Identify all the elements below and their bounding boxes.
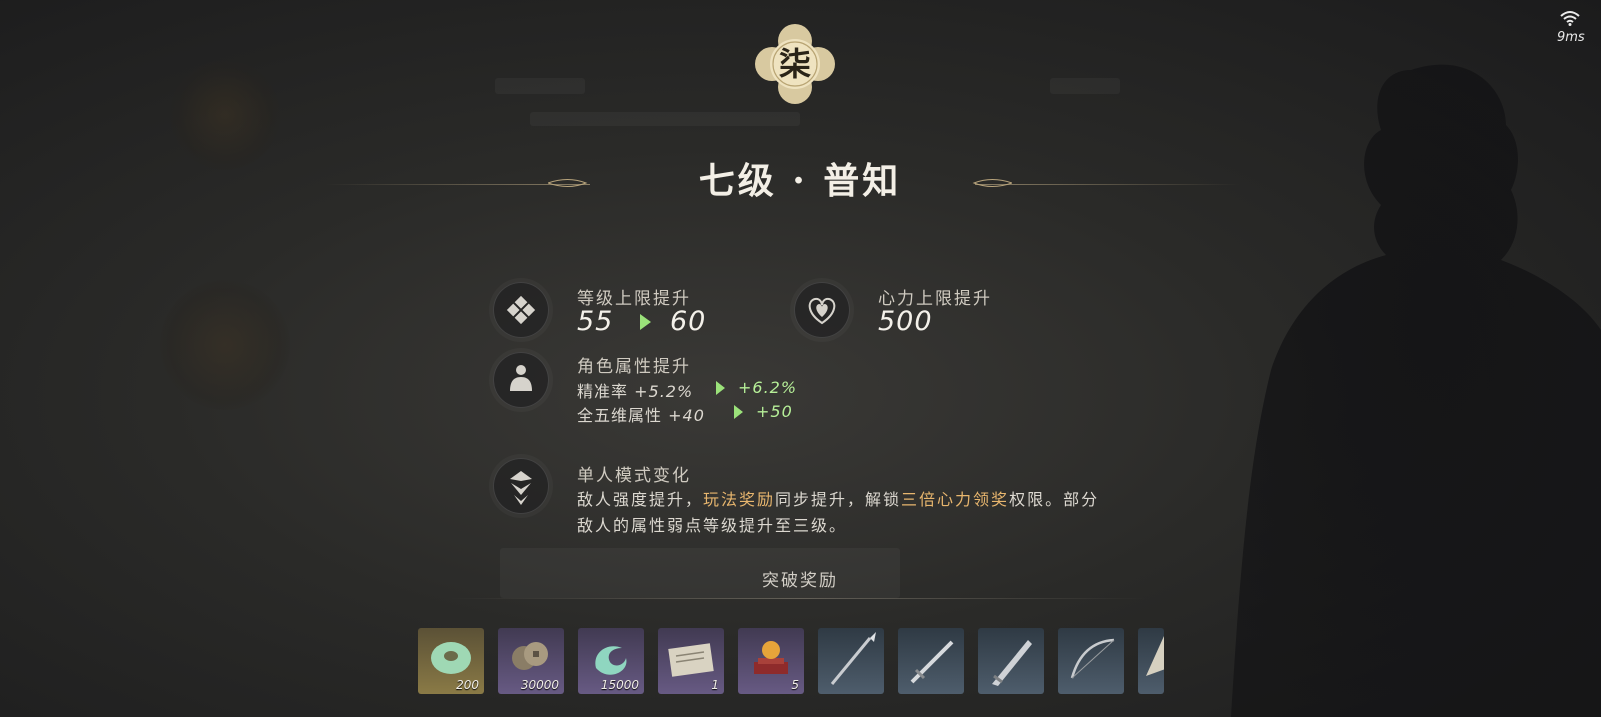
ornament-right-icon	[972, 179, 1012, 187]
background-emblem-1	[170, 60, 280, 170]
network-status: 9ms	[1557, 10, 1585, 45]
reward-count-2: 30000	[520, 678, 559, 692]
desc-part-3: 权限。部分	[1009, 490, 1100, 509]
attr-1-name: 精准率	[577, 382, 629, 401]
attr-2-arrow-icon	[734, 405, 743, 419]
ornament-left-icon	[548, 179, 588, 187]
background-emblem-2	[160, 280, 290, 410]
attr-line-1: 精准率 +5.2%	[577, 378, 693, 402]
reward-count-1: 200	[456, 678, 479, 692]
background-panel-2	[530, 112, 800, 126]
reward-slot-1[interactable]: 200	[418, 628, 484, 694]
attr-line-2: 全五维属性 +40	[577, 402, 705, 426]
background-panel-1	[495, 78, 585, 94]
reward-count-4: 1	[711, 678, 719, 692]
desc-part-1: 敌人强度提升，	[577, 490, 704, 509]
attr-1-arrow-icon	[716, 381, 725, 395]
solo-mode-label: 单人模式变化	[577, 466, 691, 486]
rank-badge: 柒	[755, 24, 835, 104]
reward-count-5: 5	[791, 678, 799, 692]
reward-slot-10[interactable]	[1138, 628, 1164, 694]
title-divider-right	[975, 184, 1240, 185]
attr-1-to: +6.2%	[738, 378, 798, 397]
level-cap-arrow-icon	[640, 314, 651, 330]
level-cap-to: 60	[670, 306, 707, 337]
reward-slot-2[interactable]: 30000	[498, 628, 564, 694]
attr-2-name: 全五维属性	[577, 406, 663, 425]
fan-icon	[1146, 636, 1164, 676]
reward-slot-4[interactable]: 1	[658, 628, 724, 694]
attributes-label: 角色属性提升	[577, 357, 691, 377]
ping-text: 9ms	[1557, 30, 1585, 45]
wifi-icon	[1560, 11, 1580, 26]
reward-slot-5[interactable]: 5	[738, 628, 804, 694]
reward-slot-9[interactable]	[1058, 628, 1124, 694]
reward-count-3: 15000	[600, 678, 639, 692]
solo-mode-description: 敌人强度提升，玩法奖励同步提升，解锁三倍心力领奖权限。部分 敌人的属性弱点等级提…	[577, 487, 1177, 539]
solo-mode-icon	[493, 458, 549, 514]
bow-icon	[1070, 638, 1115, 679]
rewards-title: 突破奖励	[762, 571, 838, 591]
background-panel-3	[1050, 78, 1120, 94]
desc-line-2: 敌人的属性弱点等级提升至三级。	[577, 516, 848, 535]
stamina-cap-icon	[794, 282, 850, 338]
rank-glyph: 柒	[778, 45, 811, 83]
reward-slot-6[interactable]	[818, 628, 884, 694]
rewards-divider	[448, 598, 1148, 599]
reward-slot-3[interactable]: 15000	[578, 628, 644, 694]
blade-icon	[992, 640, 1032, 686]
character-silhouette	[1231, 64, 1601, 717]
reward-slot-8[interactable]	[978, 628, 1044, 694]
attr-2-from: +40	[668, 406, 705, 425]
page-title: 七级 · 普知	[698, 160, 902, 202]
level-cap-icon	[493, 282, 549, 338]
sword-icon	[910, 640, 954, 684]
desc-part-2: 同步提升，解锁	[775, 490, 902, 509]
attr-1-from: +5.2%	[634, 382, 694, 401]
desc-highlight-rewards: 玩法奖励	[703, 490, 776, 509]
reward-slot-7[interactable]	[898, 628, 964, 694]
level-cap-from: 55	[577, 306, 614, 337]
desc-highlight-triple: 三倍心力领奖	[901, 490, 1010, 509]
stamina-cap-value: 500	[878, 306, 933, 337]
attr-2-to: +50	[756, 402, 793, 421]
attributes-icon	[493, 352, 549, 408]
spear-icon	[830, 632, 876, 685]
